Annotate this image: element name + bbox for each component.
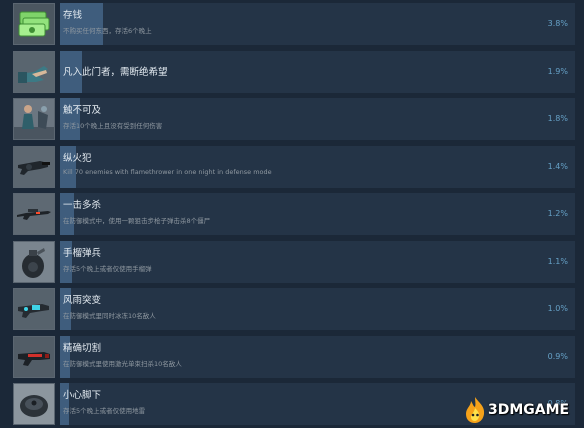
achievement-progress-bar: 一击多杀在防御模式中，使用一颗狙击步枪子弹击杀8个僵尸 1.2% [60, 193, 575, 235]
laser-gun-icon [13, 335, 55, 378]
pointing-hand-icon [13, 50, 55, 93]
achievement-percentage: 1.9% [547, 66, 568, 76]
achievement-title: 纵火犯 [63, 152, 92, 164]
achievement-row: 触不可及存活10个晚上且没有受到任何伤害 1.8% [9, 98, 575, 142]
achievement-description: Kill 70 enemies with flamethrower in one… [63, 167, 272, 176]
achievement-description: 在防御模式中，使用一颗狙击步枪子弹击杀8个僵尸 [63, 217, 211, 225]
achievement-description: 存活5个晚上或者仅使用地雷 [63, 407, 146, 415]
freeze-gun-icon [13, 288, 55, 330]
achievement-row: 纵火犯 Kill 70 enemies with flamethrower in … [9, 145, 575, 190]
untouchable-figure-icon [13, 98, 55, 140]
achievement-progress-bar: 风雨突变在防御模式里同时冰冻10名敌人 1.0% [60, 288, 575, 330]
achievement-progress-bar: 纵火犯 Kill 70 enemies with flamethrower in … [60, 145, 575, 188]
achievement-title: 一击多杀 [63, 200, 102, 211]
achievement-percentage: 1.4% [547, 161, 568, 171]
flame-logo-icon [462, 396, 488, 424]
achievement-percentage: 0.9% [547, 351, 568, 361]
achievement-percentage: 1.8% [547, 114, 568, 123]
achievement-percentage: 1.1% [547, 256, 568, 266]
achievement-row: 凡入此门者，需断绝希望 1.9% [9, 50, 575, 95]
achievement-progress-bar: 精确切割在防御模式里使用激光单束扫杀10名敌人 0.9% [60, 335, 575, 378]
achievement-row: 一击多杀在防御模式中，使用一颗狙击步枪子弹击杀8个僵尸 1.2% [9, 193, 575, 237]
achievement-title: 精确切割 [63, 342, 102, 354]
achievement-row: 存钱不购买任何东西，存活6个晚上 3.8% [9, 3, 575, 47]
achievement-title: 小心脚下 [63, 390, 102, 401]
cash-stack-icon [13, 3, 55, 45]
achievement-title: 风雨突变 [63, 295, 102, 306]
achievement-percentage: 3.8% [547, 19, 568, 28]
flamethrower-icon [13, 145, 55, 188]
achievement-description: 存活5个晚上或者仅使用手榴弹 [63, 264, 152, 273]
grenade-icon [13, 240, 55, 283]
achievement-title: 存钱 [63, 10, 83, 21]
achievement-description: 不购买任何东西，存活6个晚上 [63, 27, 152, 35]
achievement-percentage: 1.2% [547, 209, 568, 218]
achievement-title: 凡入此门者，需断绝希望 [63, 66, 168, 78]
achievement-description: 存活10个晚上且没有受到任何伤害 [63, 122, 163, 130]
achievement-row: 精确切割在防御模式里使用激光单束扫杀10名敌人 0.9% [9, 335, 575, 380]
sniper-rifle-icon [13, 193, 55, 235]
watermark-text: 3DMGAME [488, 402, 570, 418]
achievement-progress-bar: 存钱不购买任何东西，存活6个晚上 3.8% [60, 3, 575, 45]
achievement-progress-bar: 触不可及存活10个晚上且没有受到任何伤害 1.8% [60, 98, 575, 140]
achievement-description: 在防御模式里使用激光单束扫杀10名敌人 [63, 359, 182, 368]
achievement-row: 手榴弹兵存活5个晚上或者仅使用手榴弹 1.1% [9, 240, 575, 285]
achievement-title: 手榴弹兵 [63, 247, 102, 259]
achievement-progress-bar: 手榴弹兵存活5个晚上或者仅使用手榴弹 1.1% [60, 240, 575, 283]
achievement-list: 存钱不购买任何东西，存活6个晚上 3.8% 凡入此门者，需断绝希望 1.9% 触不可… [0, 0, 584, 428]
achievement-percentage: 1.0% [547, 304, 568, 313]
achievement-row: 风雨突变在防御模式里同时冰冻10名敌人 1.0% [9, 288, 575, 332]
landmine-icon [13, 383, 55, 425]
achievement-progress-bar: 凡入此门者，需断绝希望 1.9% [60, 50, 575, 93]
achievement-description: 在防御模式里同时冰冻10名敌人 [63, 312, 156, 320]
achievement-title: 触不可及 [63, 105, 102, 116]
watermark: 3DMGAME [462, 396, 580, 424]
